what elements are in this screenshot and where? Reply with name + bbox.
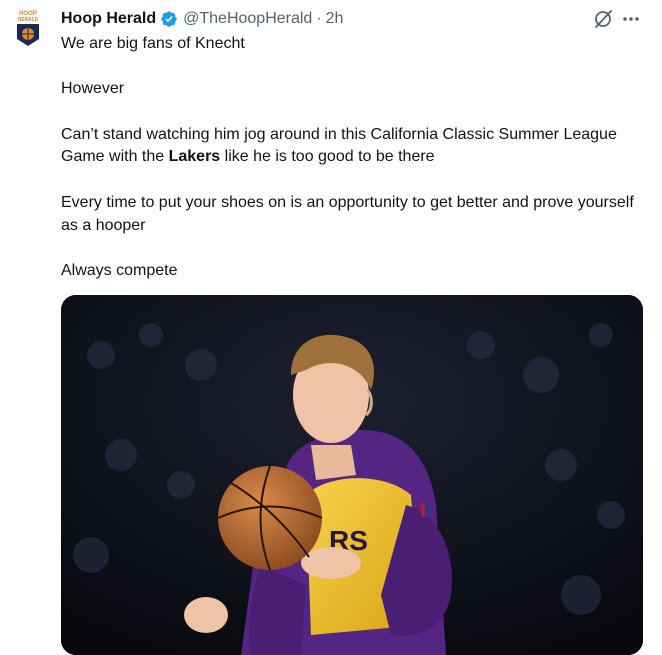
- tweet-line: We are big fans of Knecht: [61, 35, 245, 52]
- tweet-text-segment: like he is too good to be there: [220, 148, 435, 166]
- more-icon[interactable]: [620, 9, 642, 29]
- timestamp[interactable]: 2h: [326, 10, 344, 28]
- account-name[interactable]: Hoop Herald: [61, 10, 156, 28]
- tweet-bold-text: Lakers: [168, 148, 221, 166]
- tweet-line: Can’t stand watching him jog around in t…: [61, 124, 646, 169]
- avatar-text-2: HERALD: [18, 17, 39, 23]
- verified-badge-icon: [160, 10, 178, 28]
- tweet-line: Every time to put your shoes on is an op…: [61, 193, 634, 234]
- account-handle[interactable]: @TheHoopHerald: [183, 10, 312, 28]
- tweet[interactable]: HOOP HERALD Hoop Herald @TheHoopHerald ·…: [0, 0, 662, 655]
- tweet-text: We are big fans of Knecht However Can’t …: [61, 33, 646, 305]
- avatar[interactable]: HOOP HERALD: [13, 9, 43, 47]
- tweet-line: However: [61, 80, 125, 98]
- tweet-image[interactable]: RS: [61, 295, 643, 655]
- grok-icon[interactable]: [592, 8, 614, 30]
- tweet-line: Always compete: [61, 261, 178, 279]
- separator-dot: ·: [316, 10, 322, 27]
- tweet-header: Hoop Herald @TheHoopHerald · 2h: [61, 8, 343, 30]
